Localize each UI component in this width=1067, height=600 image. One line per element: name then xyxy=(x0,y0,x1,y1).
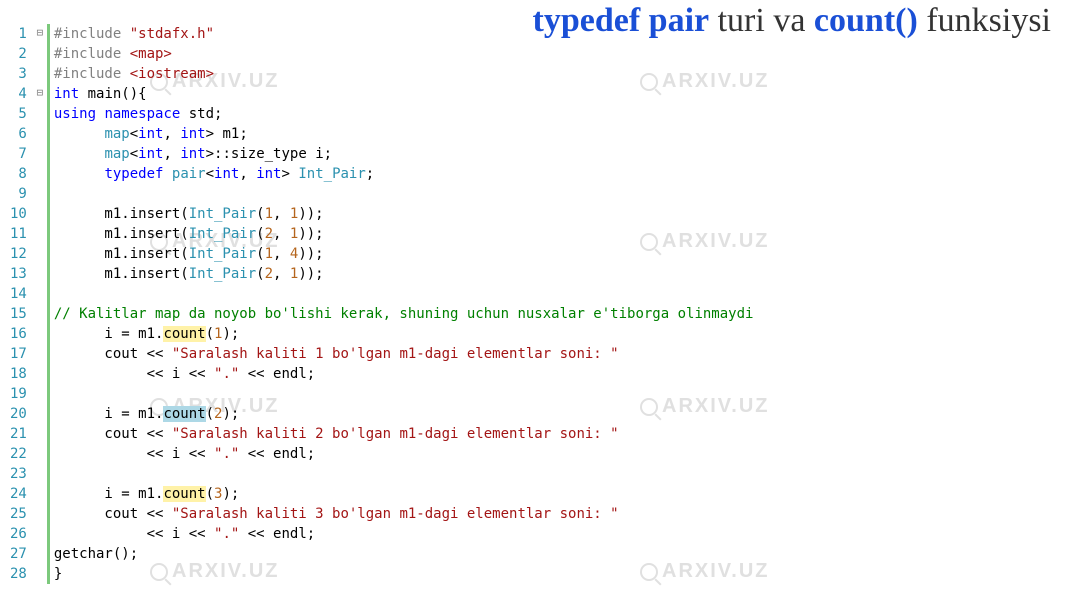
fold-marker: ⊟ xyxy=(33,24,47,44)
line-number: 2 xyxy=(10,44,27,64)
code-line: i = m1.count(3); xyxy=(54,484,754,504)
line-number: 13 xyxy=(10,264,27,284)
code-line: } xyxy=(54,564,754,584)
code-line: map<int, int> m1; xyxy=(54,124,754,144)
fold-marker xyxy=(33,304,47,324)
fold-marker xyxy=(33,124,47,144)
code-line: << i << "." << endl; xyxy=(54,444,754,464)
line-number: 5 xyxy=(10,104,27,124)
code-line xyxy=(54,384,754,404)
fold-marker: ⊟ xyxy=(33,84,47,104)
code-line: cout << "Saralash kaliti 1 bo'lgan m1-da… xyxy=(54,344,754,364)
code-line: i = m1.count(2); xyxy=(54,404,754,424)
fold-marker xyxy=(33,204,47,224)
change-bar xyxy=(47,24,50,584)
line-number: 12 xyxy=(10,244,27,264)
line-number: 1 xyxy=(10,24,27,44)
line-number: 10 xyxy=(10,204,27,224)
fold-marker xyxy=(33,424,47,444)
fold-marker xyxy=(33,524,47,544)
fold-marker xyxy=(33,284,47,304)
line-number: 21 xyxy=(10,424,27,444)
code-content: #include "stdafx.h"#include <map>#includ… xyxy=(54,24,754,584)
code-line: i = m1.count(1); xyxy=(54,324,754,344)
fold-marker xyxy=(33,504,47,524)
line-number: 14 xyxy=(10,284,27,304)
code-line: using namespace std; xyxy=(54,104,754,124)
line-number: 24 xyxy=(10,484,27,504)
fold-marker xyxy=(33,324,47,344)
code-line: getchar(); xyxy=(54,544,754,564)
code-editor: 1234567891011121314151617181920212223242… xyxy=(10,24,753,584)
title-plain2: funksiysi xyxy=(918,2,1051,39)
line-number: 8 xyxy=(10,164,27,184)
code-line xyxy=(54,284,754,304)
line-number: 28 xyxy=(10,564,27,584)
code-line: #include <iostream> xyxy=(54,64,754,84)
fold-marker xyxy=(33,464,47,484)
title-kw2: count() xyxy=(814,2,918,39)
code-line: cout << "Saralash kaliti 3 bo'lgan m1-da… xyxy=(54,504,754,524)
code-line: m1.insert(Int_Pair(1, 4)); xyxy=(54,244,754,264)
line-number: 3 xyxy=(10,64,27,84)
code-line: << i << "." << endl; xyxy=(54,524,754,544)
fold-marker xyxy=(33,564,47,584)
code-line: #include <map> xyxy=(54,44,754,64)
fold-marker xyxy=(33,444,47,464)
code-line xyxy=(54,184,754,204)
line-number: 16 xyxy=(10,324,27,344)
line-number: 18 xyxy=(10,364,27,384)
fold-marker xyxy=(33,64,47,84)
line-number: 19 xyxy=(10,384,27,404)
code-line: m1.insert(Int_Pair(2, 1)); xyxy=(54,264,754,284)
fold-marker xyxy=(33,244,47,264)
fold-marker xyxy=(33,264,47,284)
fold-marker xyxy=(33,164,47,184)
line-number: 17 xyxy=(10,344,27,364)
line-number: 7 xyxy=(10,144,27,164)
line-number: 20 xyxy=(10,404,27,424)
code-line: // Kalitlar map da noyob bo'lishi kerak,… xyxy=(54,304,754,324)
line-number-gutter: 1234567891011121314151617181920212223242… xyxy=(10,24,33,584)
line-number: 9 xyxy=(10,184,27,204)
fold-marker xyxy=(33,144,47,164)
fold-marker xyxy=(33,184,47,204)
line-number: 22 xyxy=(10,444,27,464)
fold-marker xyxy=(33,364,47,384)
code-line: << i << "." << endl; xyxy=(54,364,754,384)
line-number: 11 xyxy=(10,224,27,244)
line-number: 23 xyxy=(10,464,27,484)
code-line xyxy=(54,464,754,484)
fold-marker xyxy=(33,404,47,424)
line-number: 15 xyxy=(10,304,27,324)
line-number: 27 xyxy=(10,544,27,564)
fold-marker xyxy=(33,344,47,364)
fold-marker xyxy=(33,484,47,504)
code-line: cout << "Saralash kaliti 2 bo'lgan m1-da… xyxy=(54,424,754,444)
code-line: m1.insert(Int_Pair(2, 1)); xyxy=(54,224,754,244)
code-line: map<int, int>::size_type i; xyxy=(54,144,754,164)
fold-marker xyxy=(33,44,47,64)
code-line: #include "stdafx.h" xyxy=(54,24,754,44)
fold-marker xyxy=(33,224,47,244)
code-line: typedef pair<int, int> Int_Pair; xyxy=(54,164,754,184)
line-number: 6 xyxy=(10,124,27,144)
code-line: int main(){ xyxy=(54,84,754,104)
line-number: 25 xyxy=(10,504,27,524)
line-number: 26 xyxy=(10,524,27,544)
fold-marker xyxy=(33,384,47,404)
fold-marker xyxy=(33,104,47,124)
fold-marker xyxy=(33,544,47,564)
fold-column: ⊟⊟ xyxy=(33,24,47,584)
code-line: m1.insert(Int_Pair(1, 1)); xyxy=(54,204,754,224)
line-number: 4 xyxy=(10,84,27,104)
